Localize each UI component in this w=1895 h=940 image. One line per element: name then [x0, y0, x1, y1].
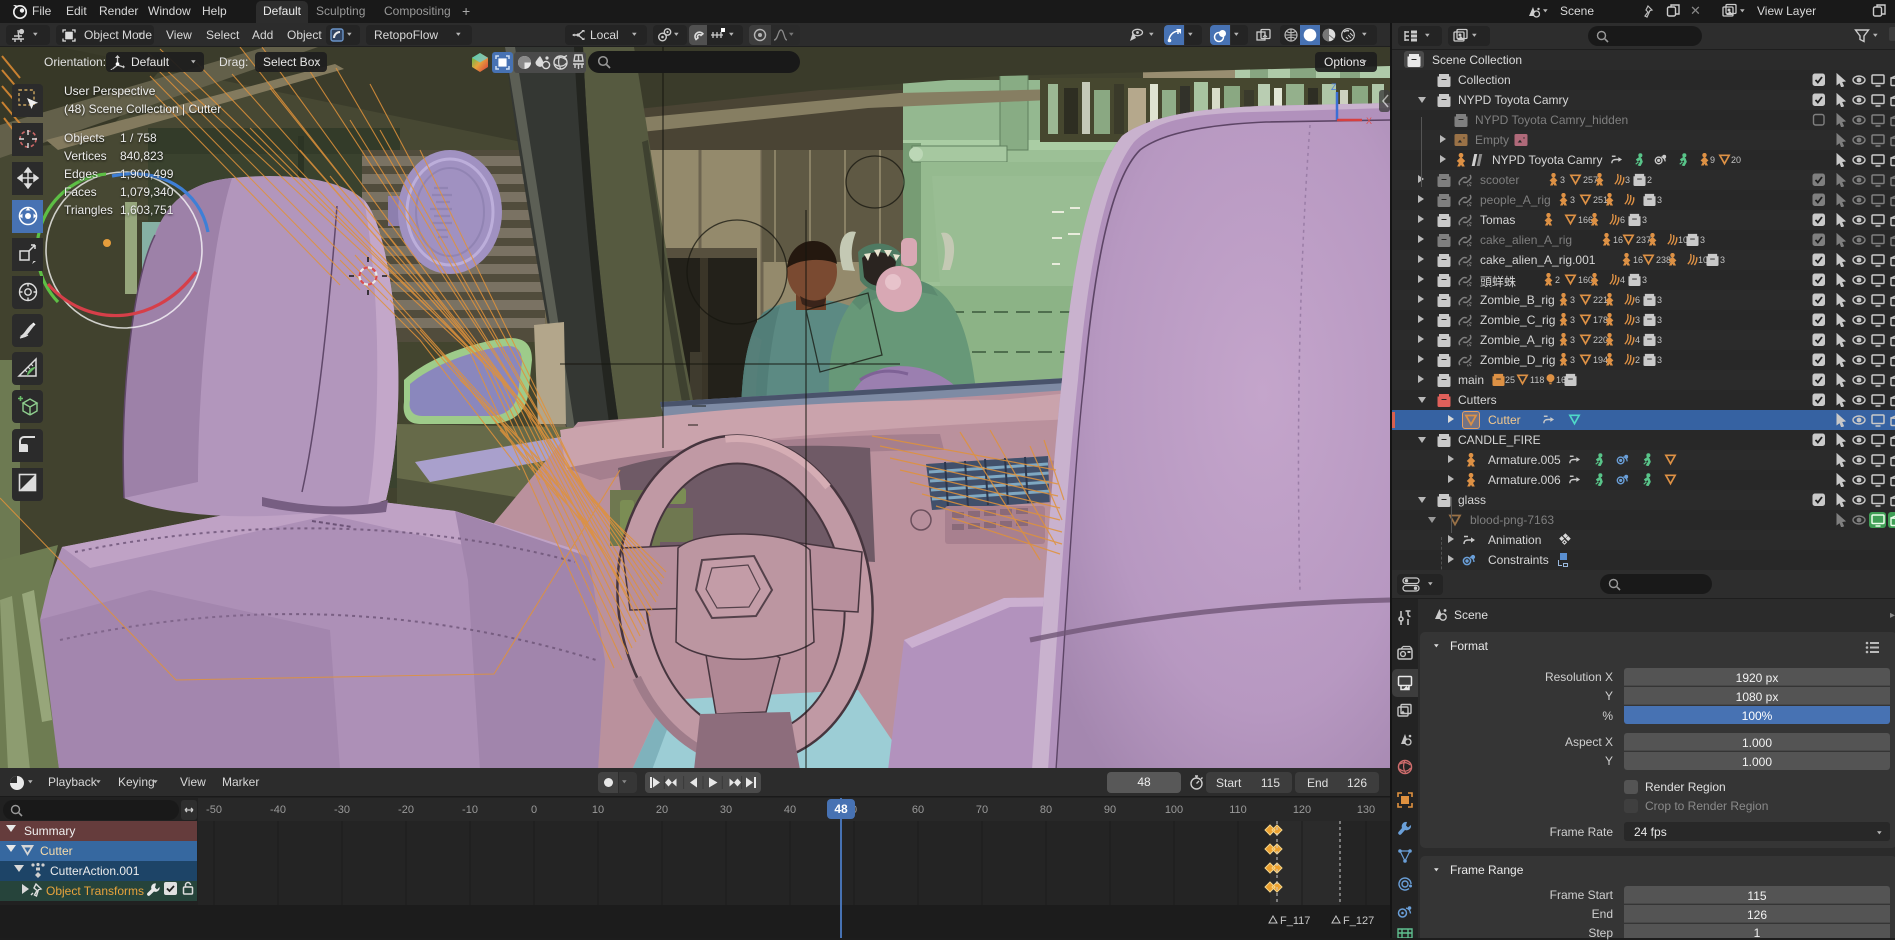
svg-text:110: 110	[1229, 804, 1247, 816]
svg-text:120: 120	[1293, 804, 1311, 816]
svg-text:-50: -50	[206, 804, 222, 816]
svg-text:0: 0	[531, 804, 537, 816]
svg-text:F_127: F_127	[1343, 915, 1374, 927]
svg-text:30: 30	[720, 804, 732, 816]
svg-text:-30: -30	[334, 804, 350, 816]
svg-text:-20: -20	[398, 804, 414, 816]
svg-text:90: 90	[1104, 804, 1116, 816]
svg-text:-10: -10	[462, 804, 478, 816]
svg-text:100: 100	[1165, 804, 1183, 816]
svg-text:80: 80	[1040, 804, 1052, 816]
svg-text:10: 10	[592, 804, 604, 816]
svg-text:40: 40	[784, 804, 796, 816]
svg-text:X: X	[1366, 116, 1372, 126]
svg-text:60: 60	[912, 804, 924, 816]
svg-text:20: 20	[656, 804, 668, 816]
svg-text:Z: Z	[1331, 82, 1337, 92]
svg-text:130: 130	[1357, 804, 1375, 816]
svg-text:F_117: F_117	[1280, 915, 1310, 927]
svg-text:-40: -40	[270, 804, 286, 816]
svg-text:70: 70	[976, 804, 988, 816]
